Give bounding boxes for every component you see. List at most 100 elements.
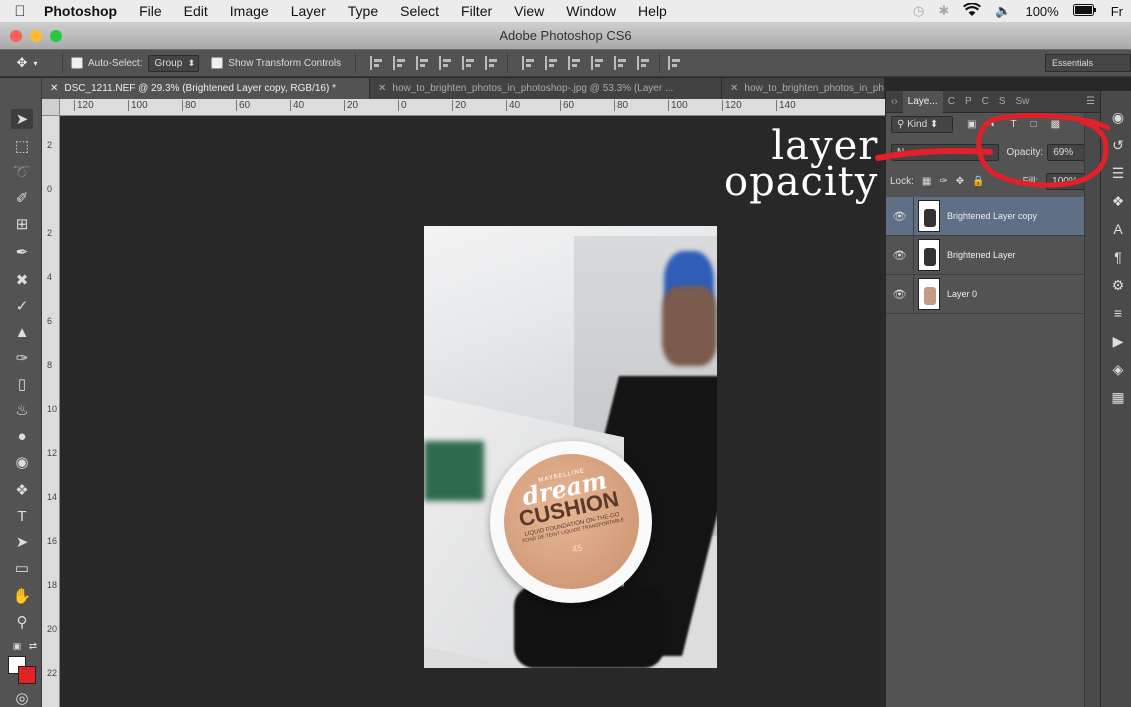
auto-select-checkbox[interactable] (71, 57, 83, 69)
ruler-origin[interactable] (42, 99, 60, 116)
lasso-tool-icon[interactable]: ➰ (11, 162, 33, 182)
align-right-icon[interactable] (485, 56, 499, 70)
time-machine-icon[interactable]: ◷ (913, 3, 924, 19)
tab-styles[interactable]: S (994, 91, 1011, 113)
menu-edit[interactable]: Edit (173, 3, 219, 19)
panel-menu-icon[interactable]: ☰ (1081, 91, 1100, 113)
eraser-tool-icon[interactable]: ▯ (11, 374, 33, 394)
layer-name[interactable]: Brightened Layer copy (947, 211, 1037, 221)
clone-stamp-tool-icon[interactable]: ▲ (11, 322, 33, 342)
history-icon[interactable]: ↺ (1110, 137, 1126, 153)
layers-scrollbar[interactable] (1084, 113, 1101, 707)
distribute-hcenter-icon[interactable] (614, 56, 628, 70)
menu-window[interactable]: Window (555, 3, 627, 19)
path-selection-tool-icon[interactable]: ➤ (11, 532, 33, 552)
distribute-vcenter-icon[interactable] (545, 56, 559, 70)
filter-shape-icon[interactable]: □ (1031, 119, 1037, 130)
history-brush-tool-icon[interactable]: ✑ (11, 348, 33, 368)
eyedropper-tool-icon[interactable]: ✒ (11, 242, 33, 262)
adjustments-icon[interactable]: ≡ (1110, 305, 1126, 321)
close-icon[interactable]: ✕ (730, 83, 738, 94)
layer-name[interactable]: Layer 0 (947, 289, 977, 299)
layer-name[interactable]: Brightened Layer (947, 250, 1016, 260)
menu-filter[interactable]: Filter (450, 3, 503, 19)
tab-swatches[interactable]: Sw (1011, 91, 1035, 113)
layer-row-brightened[interactable]: 👁 Brightened Layer (886, 235, 1084, 275)
vertical-ruler[interactable]: 2 0 2 4 6 8 10 12 14 16 18 20 22 (42, 116, 60, 707)
paint-bucket-tool-icon[interactable]: ♨ (11, 400, 33, 420)
brush-tool-icon[interactable]: ✓ (11, 296, 33, 316)
lock-position-icon[interactable]: ✥ (956, 176, 964, 187)
hand-tool-icon[interactable]: ✋ (11, 586, 33, 606)
wifi-icon[interactable] (963, 1, 982, 20)
filter-smart-icon[interactable]: ▩ (1051, 119, 1060, 130)
lock-all-icon[interactable]: 🔒 (972, 176, 984, 187)
tab-how-to-brighten-2[interactable]: ✕ how_to_brighten_photos_in_photoshop.jpg… (722, 78, 885, 99)
tab-dsc-1211[interactable]: ✕ DSC_1211.NEF @ 29.3% (Brightened Layer … (42, 78, 370, 99)
auto-select-dropdown[interactable]: Group (148, 54, 200, 72)
actions-icon[interactable]: ▶ (1110, 333, 1126, 349)
menu-help[interactable]: Help (627, 3, 678, 19)
clock-text[interactable]: Fr (1111, 4, 1123, 19)
document-canvas[interactable]: MAYBELLINE dream CUSHION LIQUID FOUNDATI… (60, 117, 885, 707)
character-icon[interactable]: A (1110, 221, 1126, 237)
panel-collapse-icon[interactable]: ‹› (886, 91, 903, 113)
close-window-button[interactable] (10, 30, 22, 42)
navigator-icon[interactable]: ▦ (1110, 389, 1126, 405)
document-image[interactable]: MAYBELLINE dream CUSHION LIQUID FOUNDATI… (424, 226, 717, 668)
layer-row-layer-0[interactable]: 👁 Layer 0 (886, 274, 1084, 314)
menu-photoshop[interactable]: Photoshop (40, 3, 128, 19)
horizontal-ruler[interactable]: 120 100 80 60 40 20 0 20 40 60 80 100 120 140 (60, 99, 885, 116)
distribute-left-icon[interactable] (591, 56, 605, 70)
workspace-switcher[interactable]: Essentials (1045, 54, 1131, 72)
transform-controls-checkbox[interactable] (211, 57, 224, 69)
distribute-bottom-icon[interactable] (568, 56, 582, 70)
eye-icon[interactable]: 👁 (886, 235, 914, 275)
minimize-window-button[interactable] (30, 30, 42, 42)
lock-transparent-icon[interactable]: ▦ (922, 176, 931, 187)
swatches-icon[interactable]: ◈ (1110, 361, 1126, 377)
type-tool-icon[interactable]: T (11, 506, 33, 526)
pen-tool-icon[interactable]: ❖ (11, 480, 33, 500)
bluetooth-icon[interactable]: ✱ (938, 3, 949, 19)
close-icon[interactable]: ✕ (378, 83, 386, 94)
align-hcenter-icon[interactable] (462, 56, 476, 70)
battery-icon[interactable] (1072, 3, 1097, 19)
swap-colors-icon[interactable]: ⇄ (22, 636, 44, 656)
lock-image-icon[interactable]: ✑ (939, 176, 947, 187)
align-top-icon[interactable] (370, 56, 384, 70)
crop-tool-icon[interactable]: ⊞ (11, 214, 33, 234)
tab-how-to-brighten-1[interactable]: ✕ how_to_brighten_photos_in_photoshop-.jp… (370, 78, 722, 99)
volume-icon[interactable]: 🔈 (995, 3, 1011, 19)
filter-type-icon[interactable]: T (1011, 119, 1017, 130)
distribute-right-icon[interactable] (637, 56, 651, 70)
close-icon[interactable]: ✕ (50, 83, 58, 94)
menu-layer[interactable]: Layer (280, 3, 337, 19)
dodge-tool-icon[interactable]: ◉ (11, 452, 33, 472)
menu-type[interactable]: Type (337, 3, 389, 19)
tab-paths[interactable]: P (960, 91, 977, 113)
quick-selection-tool-icon[interactable]: ✐ (11, 188, 33, 208)
apple-icon[interactable]:  (0, 3, 40, 20)
align-vcenter-icon[interactable] (393, 56, 407, 70)
quick-mask-icon[interactable]: ◎ (11, 688, 33, 707)
opacity-input[interactable]: 69% (1047, 144, 1088, 161)
filter-adjustment-icon[interactable]: ◐ (990, 119, 996, 130)
eye-icon[interactable]: 👁 (886, 274, 914, 314)
align-bottom-icon[interactable] (416, 56, 430, 70)
layers-icon[interactable]: ☰ (1110, 165, 1126, 181)
paragraph-icon[interactable]: ¶ (1110, 249, 1126, 265)
auto-align-icon[interactable] (668, 56, 682, 70)
battery-percent[interactable]: 100% (1025, 4, 1058, 19)
color-wheel-icon[interactable]: ◉ (1110, 109, 1126, 125)
paths-icon[interactable]: ❖ (1110, 193, 1126, 209)
layer-row-brightened-copy[interactable]: 👁 Brightened Layer copy (886, 196, 1084, 236)
filter-pixel-icon[interactable]: ▣ (967, 119, 976, 130)
menu-view[interactable]: View (503, 3, 555, 19)
tool-presets-icon[interactable]: ⚙ (1110, 277, 1126, 293)
move-tool-icon[interactable]: ➤ (11, 109, 33, 129)
filter-kind-dropdown[interactable]: ⚲ Kind ⬍ (891, 116, 953, 133)
fill-input[interactable]: 100% (1046, 173, 1087, 190)
tab-channels[interactable]: C (943, 91, 960, 113)
background-color-swatch[interactable] (18, 666, 36, 684)
